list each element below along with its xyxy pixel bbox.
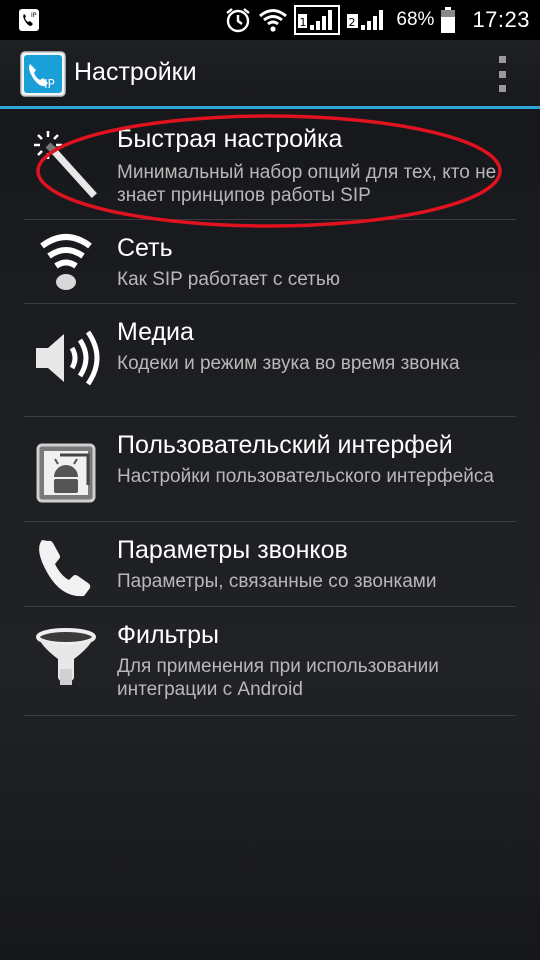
item-title: Фильтры <box>117 621 219 649</box>
item-title: Сеть <box>117 234 173 262</box>
list-item-user-interface[interactable]: Пользовательский интерфей Настройки поль… <box>0 417 540 529</box>
sim2-label: 2 <box>349 16 356 29</box>
speaker-icon <box>36 330 100 386</box>
item-summary: Для применения при использовании интегра… <box>117 656 439 700</box>
item-summary: Минимальный набор опций для тех, кто не … <box>117 162 497 206</box>
overflow-menu-icon[interactable] <box>492 56 512 92</box>
list-item-media[interactable]: Медиа Кодеки и режим звука во время звон… <box>0 304 540 416</box>
sip-phone-icon: IP <box>19 9 39 31</box>
action-bar: IP Настройки <box>0 40 540 109</box>
status-bar: IP 1 2 68% 17:23 <box>0 0 540 40</box>
item-summary: Настройки пользовательского интерфейса <box>117 466 494 487</box>
app-icon-label: IP <box>44 77 55 91</box>
android-interface-icon <box>36 443 96 503</box>
item-title: Параметры звонков <box>117 536 348 564</box>
alarm-icon <box>226 8 251 33</box>
clock: 17:23 <box>472 7 530 32</box>
signal-sim1-icon: 1 <box>294 5 341 35</box>
wifi-icon <box>259 9 288 32</box>
page-title: Настройки <box>74 58 197 86</box>
phone-handset-icon <box>39 540 91 597</box>
filter-funnel-icon <box>36 628 96 685</box>
sip-phone-app-icon[interactable]: IP <box>20 51 66 97</box>
item-summary: Кодеки и режим звука во время звонка <box>117 353 460 374</box>
list-item-filters[interactable]: Фильтры Для применения при использовании… <box>0 607 540 715</box>
item-title: Медиа <box>117 318 194 346</box>
sim1-label: 1 <box>300 16 307 29</box>
divider <box>24 715 516 716</box>
magic-wand-icon <box>34 131 97 198</box>
battery-percent: 68% <box>396 9 435 30</box>
list-item-call-settings[interactable]: Параметры звонков Параметры, связанные с… <box>0 522 540 606</box>
item-title: Быстрая настройка <box>117 125 343 153</box>
list-item-quick-setup[interactable]: Быстрая настройка Минимальный набор опци… <box>0 109 540 219</box>
wifi-icon <box>40 234 92 290</box>
item-summary: Как SIP работает с сетью <box>117 269 340 290</box>
item-title: Пользовательский интерфей <box>117 431 453 459</box>
battery-icon <box>441 7 456 33</box>
screen: IP 1 2 68% 17:23 IP Настройки Быстрая на… <box>0 0 540 960</box>
list-item-network[interactable]: Сеть Как SIP работает с сетью <box>0 220 540 303</box>
signal-sim2-icon: 2 <box>347 10 384 30</box>
item-summary: Параметры, связанные со звонками <box>117 571 437 592</box>
svg-text:IP: IP <box>31 12 37 19</box>
